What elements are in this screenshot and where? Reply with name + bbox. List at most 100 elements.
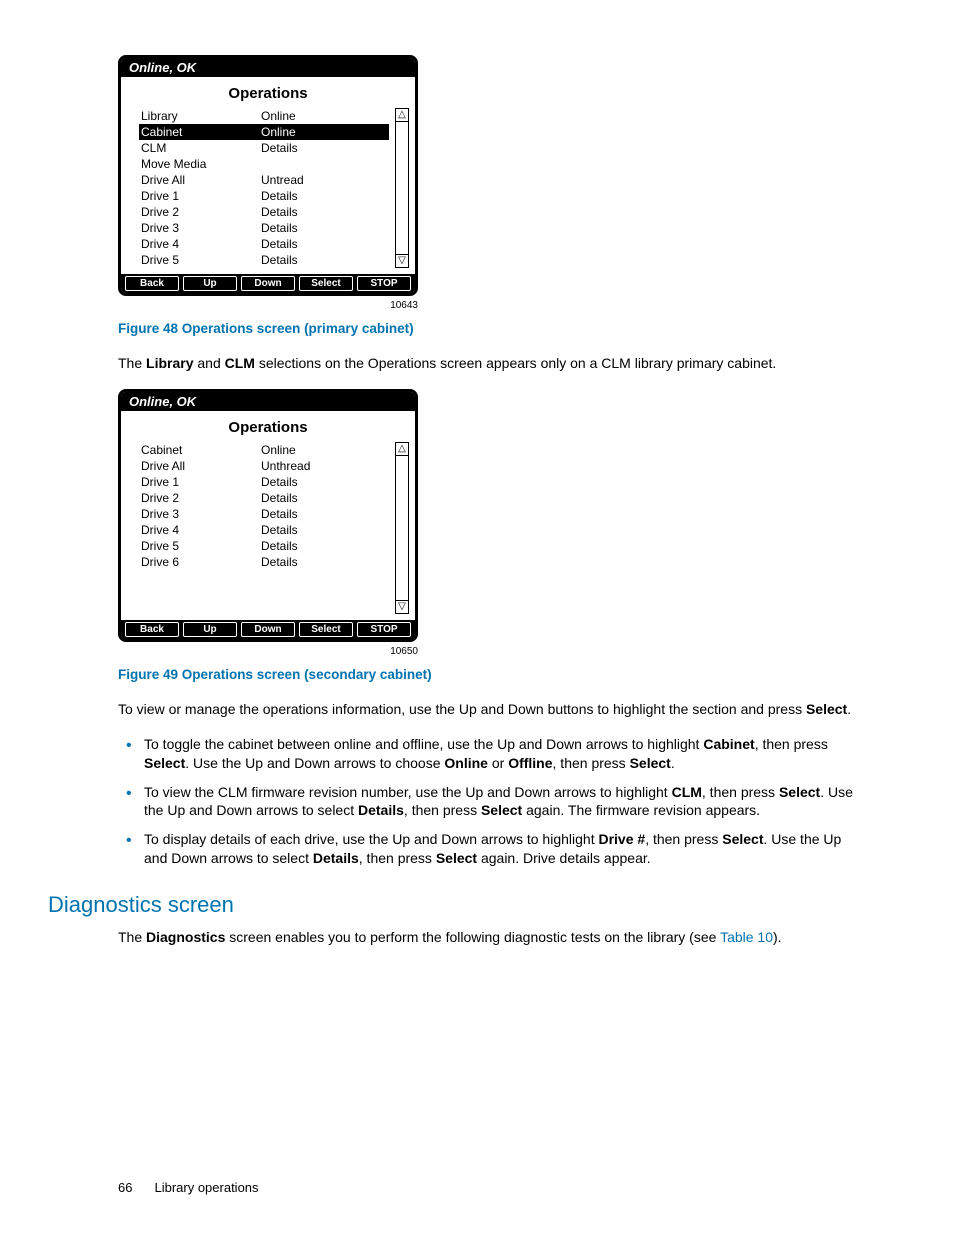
list-item: To view the CLM firmware revision number…	[118, 783, 864, 821]
lcd-row-value: Details	[261, 140, 387, 156]
lcd-menu-row: Move Media	[139, 156, 389, 172]
lcd-stop-button: STOP	[357, 276, 411, 291]
lcd-row-value: Online	[261, 108, 387, 124]
lcd-row-label: Drive 4	[141, 522, 261, 538]
lcd-menu-row: Drive 2Details	[139, 204, 389, 220]
lcd-row-label: Cabinet	[141, 442, 261, 458]
bold-library: Library	[146, 355, 193, 371]
table-10-link[interactable]: Table 10	[720, 929, 773, 945]
image-code: 10643	[118, 300, 418, 311]
lcd-menu-row: CLMDetails	[139, 140, 389, 156]
lcd-scrollbar: △ ▽	[395, 442, 409, 614]
lcd-menu-row: CabinetOnline	[139, 124, 389, 140]
bullet-list: To toggle the cabinet between online and…	[118, 735, 864, 868]
lcd-menu-row: Drive 3Details	[139, 506, 389, 522]
lcd-row-label: Drive 3	[141, 220, 261, 236]
text: To view or manage the operations informa…	[118, 701, 806, 717]
scroll-track	[395, 456, 409, 600]
lcd-row-label: Library	[141, 108, 261, 124]
lcd-status: Online, OK	[121, 58, 415, 77]
lcd-row-value: Details	[261, 506, 387, 522]
lcd-menu-row: Drive 1Details	[139, 188, 389, 204]
lcd-back-button: Back	[125, 622, 179, 637]
paragraph-3: The Diagnostics screen enables you to pe…	[118, 928, 864, 947]
lcd-row-label: Drive 3	[141, 506, 261, 522]
lcd-down-button: Down	[241, 276, 295, 291]
text: screen enables you to perform the follow…	[225, 929, 720, 945]
lcd-row-value: Details	[261, 188, 387, 204]
lcd-menu-row: Drive 6Details	[139, 554, 389, 570]
lcd-row-value: Unthread	[261, 458, 387, 474]
diagnostics-heading: Diagnostics screen	[48, 892, 864, 918]
lcd-title: Operations	[121, 411, 415, 442]
lcd-row-value: Details	[261, 204, 387, 220]
lcd-menu-row: Drive AllUnthread	[139, 458, 389, 474]
lcd-back-button: Back	[125, 276, 179, 291]
scroll-track	[395, 122, 409, 254]
lcd-row-value: Online	[261, 442, 387, 458]
lcd-row-label: Drive 1	[141, 188, 261, 204]
lcd-row-value: Details	[261, 538, 387, 554]
lcd-row-value: Details	[261, 252, 387, 268]
lcd-row-label: Drive 1	[141, 474, 261, 490]
lcd-menu-row: CabinetOnline	[139, 442, 389, 458]
lcd-row-value: Details	[261, 490, 387, 506]
lcd-row-value	[261, 156, 387, 172]
figure-48-caption: Figure 48 Operations screen (primary cab…	[118, 321, 864, 336]
bold-select: Select	[806, 701, 847, 717]
lcd-row-value: Details	[261, 522, 387, 538]
text: The	[118, 929, 146, 945]
bold-clm: CLM	[225, 355, 255, 371]
lcd-row-value: Details	[261, 474, 387, 490]
text: .	[847, 701, 851, 717]
lcd-row-value: Details	[261, 236, 387, 252]
text: selections on the Operations screen appe…	[255, 355, 776, 371]
lcd-select-button: Select	[299, 276, 353, 291]
lcd-row-label: Drive All	[141, 458, 261, 474]
image-code: 10650	[118, 646, 418, 657]
lcd-row-label: Drive All	[141, 172, 261, 188]
scroll-down-icon: ▽	[395, 600, 409, 614]
lcd-up-button: Up	[183, 276, 237, 291]
lcd-menu-row: Drive 4Details	[139, 236, 389, 252]
bold-diagnostics: Diagnostics	[146, 929, 225, 945]
lcd-row-value: Details	[261, 554, 387, 570]
text: The	[118, 355, 146, 371]
operations-screen-secondary: Online, OK Operations CabinetOnlineDrive…	[118, 389, 418, 642]
lcd-row-label: Drive 5	[141, 538, 261, 554]
lcd-row-value: Online	[261, 124, 387, 140]
page-number: 66	[118, 1180, 132, 1195]
lcd-row-label: Drive 4	[141, 236, 261, 252]
lcd-row-value: Details	[261, 220, 387, 236]
list-item: To display details of each drive, use th…	[118, 830, 864, 868]
lcd-stop-button: STOP	[357, 622, 411, 637]
lcd-down-button: Down	[241, 622, 295, 637]
lcd-menu-row: Drive 4Details	[139, 522, 389, 538]
lcd-body: CabinetOnlineDrive AllUnthreadDrive 1Det…	[121, 442, 415, 614]
lcd-row-label: Drive 2	[141, 490, 261, 506]
lcd-row-label: Drive 6	[141, 554, 261, 570]
scroll-up-icon: △	[395, 442, 409, 456]
lcd-up-button: Up	[183, 622, 237, 637]
figure-49-caption: Figure 49 Operations screen (secondary c…	[118, 667, 864, 682]
paragraph-1: The Library and CLM selections on the Op…	[118, 354, 864, 373]
operations-screen-primary: Online, OK Operations LibraryOnlineCabin…	[118, 55, 418, 296]
lcd-menu-row: Drive 3Details	[139, 220, 389, 236]
lcd-button-bar: BackUpDownSelectSTOP	[121, 620, 415, 639]
lcd-status: Online, OK	[121, 392, 415, 411]
paragraph-2: To view or manage the operations informa…	[118, 700, 864, 719]
lcd-menu-row: Drive 1Details	[139, 474, 389, 490]
lcd-row-value: Untread	[261, 172, 387, 188]
lcd-row-label: Drive 2	[141, 204, 261, 220]
scroll-down-icon: ▽	[395, 254, 409, 268]
lcd-menu-row: Drive 2Details	[139, 490, 389, 506]
lcd-menu-row: LibraryOnline	[139, 108, 389, 124]
text: and	[193, 355, 224, 371]
lcd-row-label: Drive 5	[141, 252, 261, 268]
lcd-row-label: Move Media	[141, 156, 261, 172]
page-footer: 66 Library operations	[118, 1180, 259, 1195]
lcd-menu-row: Drive 5Details	[139, 538, 389, 554]
footer-section: Library operations	[154, 1180, 258, 1195]
lcd-title: Operations	[121, 77, 415, 108]
list-item: To toggle the cabinet between online and…	[118, 735, 864, 773]
